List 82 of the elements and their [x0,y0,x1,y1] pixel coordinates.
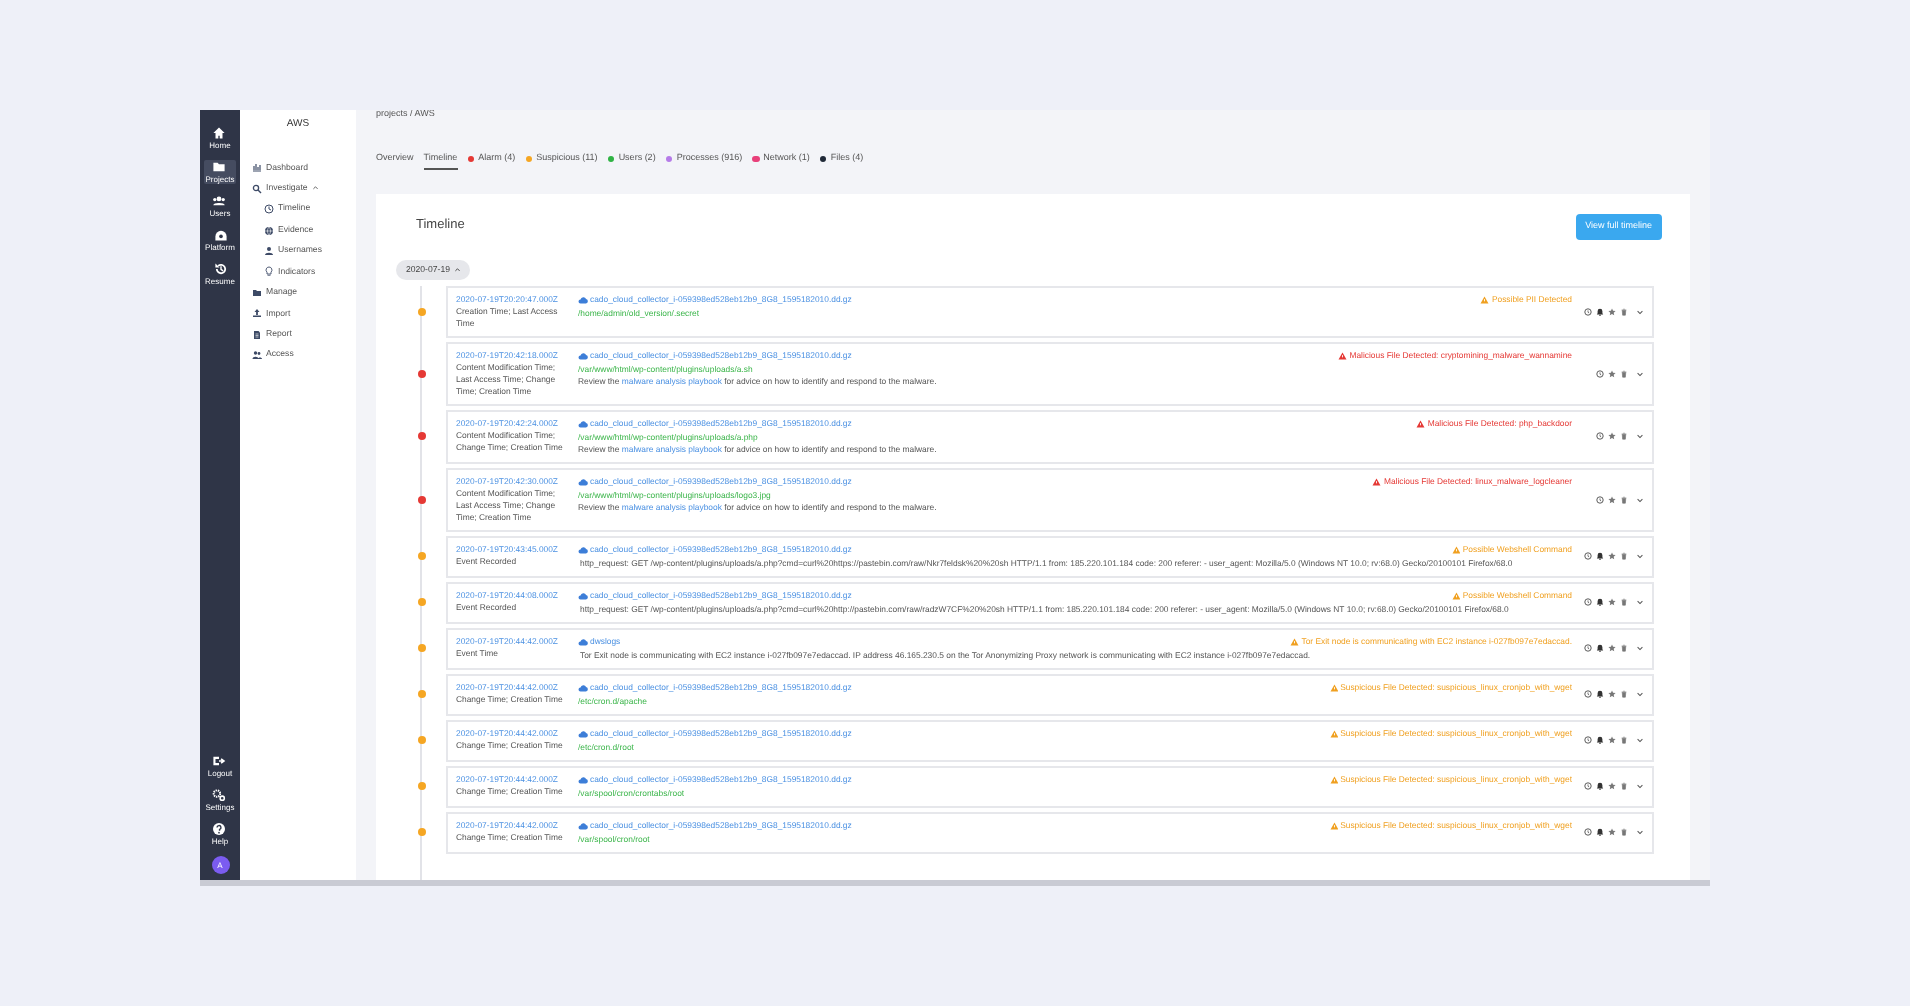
delete-button[interactable] [1620,644,1628,653]
globe-icon [264,225,274,236]
history-button[interactable] [1584,782,1592,791]
cloud-icon [578,637,588,646]
delete-button[interactable] [1620,552,1628,561]
cloud-icon [578,351,588,360]
warning-icon [1451,591,1461,600]
folder-icon [252,287,262,298]
delete-button[interactable] [1620,828,1628,837]
clock-icon [264,204,274,215]
cloud-icon [578,591,588,600]
folder-icon [212,160,227,174]
history-button[interactable] [1584,828,1592,837]
warning-icon [1451,545,1461,554]
history-button[interactable] [1584,598,1592,607]
warning-icon [1290,637,1300,646]
star-button[interactable] [1608,736,1616,745]
cloud-icon [578,683,588,692]
lightbulb-icon [264,266,274,277]
history-button[interactable] [1584,690,1592,699]
bell-button[interactable] [1596,644,1604,653]
caret-icon [311,184,319,192]
users-icon [252,350,262,361]
delete-button[interactable] [1620,736,1628,745]
delete-button[interactable] [1620,369,1628,378]
search-icon [252,183,262,194]
delete-button[interactable] [1620,432,1628,441]
history-button[interactable] [1584,307,1592,316]
cloud-icon [578,545,588,554]
star-button[interactable] [1608,598,1616,607]
warning-icon [1329,775,1339,784]
bell-button[interactable] [1596,782,1604,791]
users-icon [212,194,227,208]
warning-icon [1329,821,1339,830]
star-button[interactable] [1608,782,1616,791]
delete-button[interactable] [1620,307,1628,316]
document-icon [252,329,262,340]
delete-button[interactable] [1620,690,1628,699]
history-button[interactable] [1596,432,1604,441]
star-button[interactable] [1608,552,1616,561]
cloud-icon [578,419,588,428]
upload-icon [252,308,262,319]
delete-button[interactable] [1620,782,1628,791]
star-button[interactable] [1608,495,1616,504]
history-button[interactable] [1584,644,1592,653]
bell-button[interactable] [1596,307,1604,316]
star-button[interactable] [1608,369,1616,378]
star-button[interactable] [1608,432,1616,441]
warning-icon [1480,295,1490,304]
history-button[interactable] [1584,736,1592,745]
star-button[interactable] [1608,644,1616,653]
caret-icon [453,265,461,273]
cloud-icon [578,821,588,830]
cloud-icon [578,477,588,486]
logout-icon [212,754,227,768]
star-button[interactable] [1608,307,1616,316]
delete-button[interactable] [1620,495,1628,504]
delete-button[interactable] [1620,598,1628,607]
warning-icon [1329,683,1339,692]
help-icon [212,822,227,836]
cloud-icon [578,775,588,784]
warning-icon [1338,351,1348,360]
history-button[interactable] [1596,495,1604,504]
cloud-icon [578,729,588,738]
history-button[interactable] [1596,369,1604,378]
warning-icon [1329,729,1339,738]
history-icon [213,262,227,276]
bell-button[interactable] [1596,828,1604,837]
bell-button[interactable] [1596,552,1604,561]
bell-button[interactable] [1596,690,1604,699]
settings-icon [212,788,227,802]
cloud-icon [578,295,588,304]
user-icon [264,245,274,256]
star-button[interactable] [1608,690,1616,699]
bar-chart-icon [252,162,262,173]
warning-icon [1416,419,1426,428]
history-button[interactable] [1584,552,1592,561]
star-button[interactable] [1608,828,1616,837]
bell-button[interactable] [1596,598,1604,607]
warning-icon [1372,477,1382,486]
home-icon [212,126,227,140]
bell-button[interactable] [1596,736,1604,745]
